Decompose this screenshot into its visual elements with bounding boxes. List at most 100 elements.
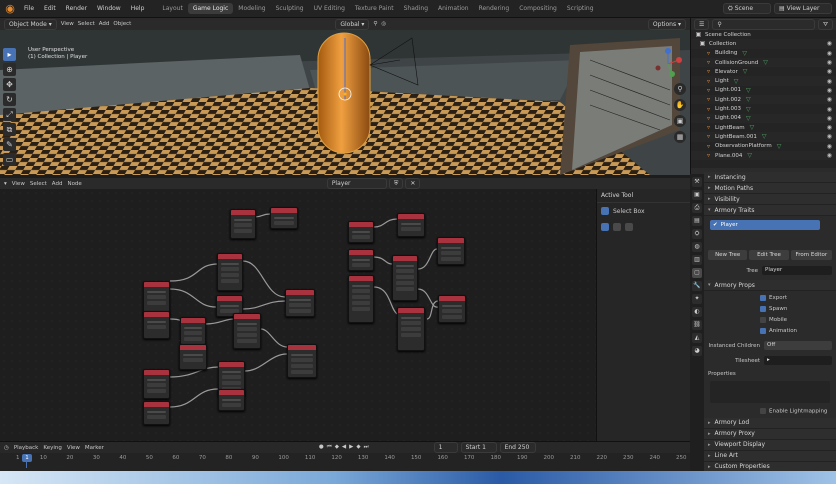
outliner-collection[interactable]: ▣ Collection ◉ [691, 39, 836, 49]
outliner-item[interactable]: ▿ Plane.004 ▽ ◉ [691, 150, 836, 161]
trait-enabled-checkbox[interactable]: ✔ [713, 222, 718, 228]
from-editor-button[interactable]: From Editor [790, 250, 832, 260]
outliner-item[interactable]: ▿ LightBeam ▽ ◉ [691, 123, 836, 132]
tab-texture-paint[interactable]: Texture Paint [350, 3, 399, 14]
logic-node[interactable] [348, 221, 374, 243]
visibility-eye-icon[interactable]: ◉ [827, 106, 832, 113]
logic-node[interactable] [392, 255, 418, 301]
lightmapping-checkbox[interactable]: Enable Lightmapping [704, 405, 836, 418]
tab-shading[interactable]: Shading [399, 3, 433, 14]
start-frame-field[interactable]: Start 1 [460, 442, 497, 453]
logic-node[interactable] [218, 389, 245, 411]
timeline-menu-marker[interactable]: Marker [85, 445, 104, 451]
visibility-eye-icon[interactable]: ◉ [827, 124, 832, 131]
section-line-art[interactable]: ▸ Line Art [704, 450, 836, 462]
logic-node[interactable] [179, 344, 207, 370]
menu-help[interactable]: Help [126, 5, 150, 12]
tab-compositing[interactable]: Compositing [514, 3, 562, 14]
logic-node[interactable] [233, 313, 261, 349]
visibility-eye-icon[interactable]: ◉ [827, 152, 832, 159]
outliner-scene-collection[interactable]: ▣ Scene Collection [691, 30, 836, 39]
outliner-item[interactable]: ▿ Light.001 ▽ ◉ [691, 86, 836, 95]
export-checkbox[interactable]: Export [760, 293, 836, 304]
viewport-options-dropdown[interactable]: Options ▾ [647, 18, 686, 30]
axis-gizmo-icon[interactable] [652, 48, 684, 80]
output-tab-icon[interactable]: ⎙ [692, 203, 702, 213]
outliner-search-input[interactable]: ⚲ [712, 18, 815, 30]
object-tab-icon[interactable]: ▢ [692, 268, 702, 278]
menu-file[interactable]: File [19, 5, 39, 12]
camera-view-icon[interactable]: ▣ [674, 115, 686, 127]
logic-node[interactable] [348, 249, 374, 271]
viewport-menu-add[interactable]: Add [99, 21, 110, 27]
tab-layout[interactable]: Layout [157, 3, 187, 14]
cursor-tool-icon[interactable]: ⊕ [3, 63, 16, 76]
section-motion-paths[interactable]: ▸ Motion Paths [704, 183, 836, 194]
play-icon[interactable]: ▶ [349, 444, 353, 451]
measure-tool-icon[interactable]: ▭ [3, 153, 16, 166]
view-layer-tab-icon[interactable]: ▤ [692, 216, 702, 226]
object-mode-dropdown[interactable]: Object Mode ▾ [4, 18, 57, 30]
visibility-eye-icon[interactable]: ◉ [827, 115, 832, 122]
tilesheet-field[interactable]: ▸ [764, 356, 832, 365]
editor-type-icon[interactable]: ▾ [4, 181, 7, 187]
end-frame-field[interactable]: End 250 [499, 442, 536, 453]
logic-node[interactable] [230, 209, 256, 239]
node-editor-canvas[interactable] [0, 189, 596, 441]
tab-modeling[interactable]: Modeling [233, 3, 270, 14]
animation-checkbox[interactable]: Animation [760, 326, 836, 337]
logic-node[interactable] [287, 344, 317, 378]
outliner-item[interactable]: ▿ ObservationPlatform ▽ ◉ [691, 142, 836, 151]
subtract-selection-icon[interactable] [625, 223, 633, 231]
section-custom-properties[interactable]: ▸ Custom Properties [704, 461, 836, 471]
prev-key-icon[interactable]: ◆ [335, 444, 339, 451]
physics-tab-icon[interactable]: ◐ [692, 307, 702, 317]
record-icon[interactable]: ● [319, 444, 324, 451]
section-armory-props[interactable]: ▾ Armory Props [704, 280, 836, 291]
node-menu-view[interactable]: View [12, 181, 25, 187]
visibility-eye-icon[interactable]: ◉ [827, 50, 832, 57]
data-tab-icon[interactable]: ◭ [692, 333, 702, 343]
tab-game-logic[interactable]: Game Logic [187, 3, 234, 14]
extend-selection-icon[interactable] [613, 223, 621, 231]
outliner-item[interactable]: ▿ LightBeam.001 ▽ ◉ [691, 132, 836, 142]
logic-node[interactable] [437, 237, 465, 265]
navigation-gizmo[interactable] [652, 48, 684, 80]
new-tree-button[interactable]: New Tree [708, 250, 748, 260]
outliner-item[interactable]: ▿ Elevator ▽ ◉ [691, 67, 836, 76]
next-key-icon[interactable]: ◆ [356, 444, 360, 451]
proportional-edit-icon[interactable]: ◎ [381, 21, 386, 27]
logic-node[interactable] [348, 275, 374, 323]
outliner-display-mode-icon[interactable]: ☰ [694, 18, 710, 30]
set-selection-icon[interactable] [601, 223, 609, 231]
transform-orientation-dropdown[interactable]: Global ▾ [335, 18, 370, 30]
jump-end-icon[interactable]: ⏭ [364, 444, 369, 451]
menu-edit[interactable]: Edit [39, 5, 61, 12]
active-tool-select-box[interactable]: Select Box [597, 203, 690, 219]
particles-tab-icon[interactable]: ✦ [692, 294, 702, 304]
visibility-eye-icon[interactable]: ◉ [827, 68, 832, 75]
logic-node[interactable] [143, 369, 170, 399]
outliner-item[interactable]: ▿ Light.003 ▽ ◉ [691, 104, 836, 113]
world-tab-icon[interactable]: ◍ [692, 242, 702, 252]
tab-sculpting[interactable]: Sculpting [271, 3, 309, 14]
transform-tool-icon[interactable]: ⧉ [3, 123, 16, 136]
playhead[interactable]: 1 [22, 454, 32, 462]
modifier-tab-icon[interactable]: 🔧 [692, 281, 702, 291]
section-instancing[interactable]: ▸ Instancing [704, 172, 836, 183]
timeline-ruler[interactable]: 1 10 20 30 40 50 60 70 80 90 100 110 120 130 140 150 160… [0, 453, 690, 468]
properties-list[interactable] [710, 381, 830, 403]
timeline-menu-playback[interactable]: Playback [14, 445, 39, 451]
logic-node[interactable] [397, 213, 425, 237]
logic-node[interactable] [143, 281, 170, 315]
logic-node[interactable] [270, 207, 298, 229]
tab-rendering[interactable]: Rendering [474, 3, 515, 14]
current-frame-field[interactable]: 1 [433, 442, 458, 453]
section-viewport-display[interactable]: ▸ Viewport Display [704, 439, 836, 451]
scene-tab-icon[interactable]: ⛭ [692, 229, 702, 239]
viewport-menu-object[interactable]: Object [113, 21, 131, 27]
select-box-tool-icon[interactable]: ▸ [3, 48, 16, 61]
section-armory-traits[interactable]: ▾ Armory Traits [704, 205, 836, 216]
logic-node[interactable] [180, 317, 206, 345]
node-tree-name[interactable]: Player [326, 178, 387, 189]
